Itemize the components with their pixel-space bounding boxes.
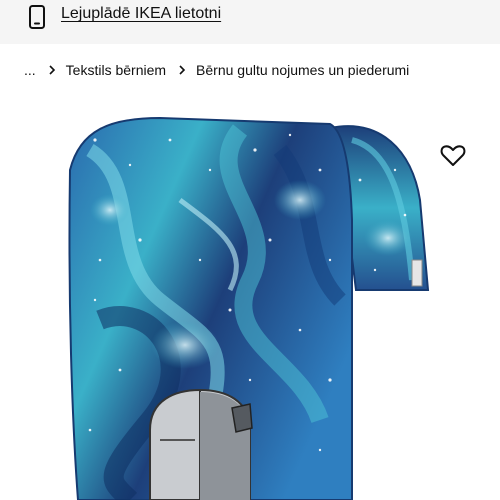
breadcrumb-item-childrens-textiles[interactable]: Tekstils bērniem bbox=[66, 62, 166, 78]
download-app-link[interactable]: Lejuplādē IKEA lietotni bbox=[61, 5, 221, 23]
add-to-favourites-button[interactable] bbox=[436, 138, 470, 172]
breadcrumb-item-bed-canopies[interactable]: Bērnu gultu nojumes un piederumi bbox=[196, 62, 409, 78]
heart-outline-icon bbox=[440, 145, 466, 166]
breadcrumb-ellipsis[interactable]: ... bbox=[24, 62, 36, 78]
breadcrumb: ... Tekstils bērniem Bērnu gultu nojumes… bbox=[24, 60, 409, 80]
app-download-banner: Lejuplādē IKEA lietotni bbox=[0, 0, 500, 44]
smartphone-icon bbox=[29, 5, 45, 29]
chevron-right-icon bbox=[49, 65, 55, 75]
product-image[interactable] bbox=[0, 96, 500, 500]
chevron-right-icon bbox=[179, 65, 186, 75]
